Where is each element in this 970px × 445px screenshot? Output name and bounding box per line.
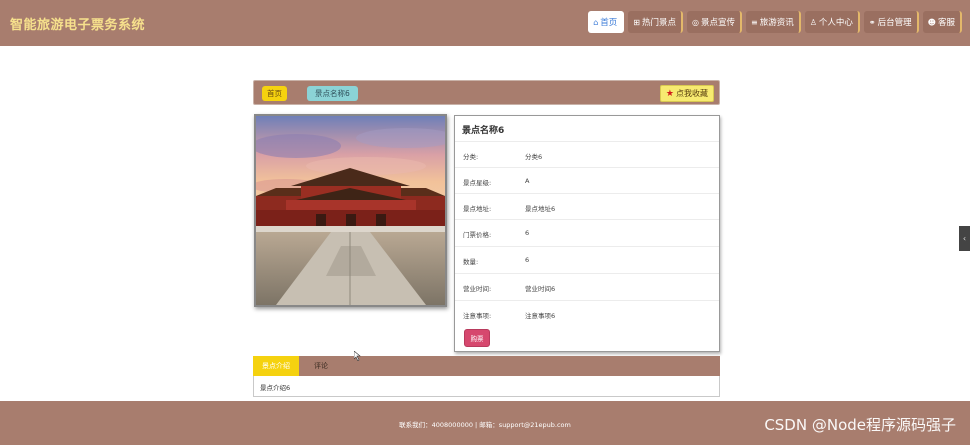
chevron-left-icon: ‹ [962, 234, 967, 243]
tab-content: 景点介绍6 [253, 376, 720, 397]
detail-row-address: 景点地址: 景点地址6 [455, 193, 719, 220]
detail-value: 注意事项6 [525, 312, 556, 320]
link-icon: ⚭ [868, 17, 876, 27]
nav-home[interactable]: ⌂ 首页 [588, 11, 625, 33]
nav-label: 后台管理 [877, 18, 912, 28]
detail-row-star: 景点星级: A [455, 167, 719, 194]
detail-row-quantity: 数量: 6 [455, 246, 719, 273]
breadcrumb-home[interactable]: 首页 [262, 86, 287, 101]
detail-label: 数量: [463, 258, 479, 266]
site-brand[interactable]: 智能旅游电子票务系统 [10, 14, 145, 33]
detail-label: 景点星级: [463, 179, 492, 187]
detail-row-notes: 注意事项: 注意事项6 [455, 300, 719, 327]
grid-icon: ⊞ [633, 17, 640, 27]
main-nav: ⌂ 首页 ⊞ 热门景点 ◎ 景点宣传 ≡ 旅游资讯 ♙ 个人中心 ⚭ 后台管理 … [588, 11, 962, 33]
nav-hot-spots[interactable]: ⊞ 热门景点 [628, 11, 684, 33]
attraction-title: 景点名称6 [462, 126, 505, 136]
detail-value: 景点地址6 [525, 205, 556, 213]
detail-value: 6 [525, 229, 530, 237]
home-icon: ⌂ [593, 17, 599, 27]
nav-admin[interactable]: ⚭ 后台管理 [863, 11, 919, 33]
nav-label: 首页 [600, 18, 618, 28]
support-icon: ☻ [927, 17, 936, 27]
mouse-pointer-icon [354, 351, 361, 361]
user-icon: ♙ [809, 17, 817, 27]
detail-value: 6 [525, 256, 530, 264]
buy-ticket-button[interactable]: 购票 [464, 329, 490, 347]
nav-travel-news[interactable]: ≡ 旅游资讯 [746, 11, 801, 33]
favorite-button[interactable]: ★ 点我收藏 [659, 85, 714, 102]
star-icon: ★ [665, 88, 674, 99]
nav-label: 景点宣传 [701, 18, 736, 28]
side-toggle-button[interactable]: ‹ [959, 226, 970, 251]
detail-label: 分类: [463, 153, 479, 161]
detail-value: 营业时间6 [525, 285, 556, 293]
tab-introduction[interactable]: 景点介绍 [253, 356, 299, 376]
detail-label: 景点地址: [463, 205, 492, 213]
nav-label: 热门景点 [642, 18, 677, 28]
list-icon: ≡ [751, 17, 758, 27]
nav-label: 客服 [937, 18, 955, 28]
nav-label: 个人中心 [818, 18, 853, 28]
csdn-watermark: CSDN @Node程序源码强子 [764, 416, 956, 434]
detail-value: 分类6 [525, 153, 543, 161]
eye-icon: ◎ [692, 17, 699, 27]
top-header: 智能旅游电子票务系统 ⌂ 首页 ⊞ 热门景点 ◎ 景点宣传 ≡ 旅游资讯 ♙ 个… [0, 0, 970, 46]
favorite-label: 点我收藏 [676, 89, 708, 98]
detail-label: 注意事项: [463, 312, 492, 320]
introduction-text: 景点介绍6 [260, 384, 291, 392]
detail-label: 营业时间: [463, 285, 492, 293]
attraction-detail-card: 景点名称6 分类: 分类6 景点星级: A 景点地址: 景点地址6 门票价格: … [454, 115, 720, 352]
detail-row-category: 分类: 分类6 [455, 141, 719, 168]
detail-row-price: 门票价格: 6 [455, 219, 719, 246]
palace-image [256, 116, 445, 305]
detail-label: 门票价格: [463, 231, 492, 239]
detail-value: A [525, 177, 530, 185]
nav-label: 旅游资讯 [759, 18, 794, 28]
detail-tabs: 景点介绍 评论 [253, 356, 720, 376]
page-footer: 联系我们：4008000000 | 邮箱：support@21epub.com … [0, 401, 970, 445]
attraction-photo [254, 114, 447, 307]
nav-support[interactable]: ☻ 客服 [922, 11, 962, 33]
tab-comments[interactable]: 评论 [303, 356, 339, 376]
nav-promotion[interactable]: ◎ 景点宣传 [687, 11, 743, 33]
breadcrumb-current: 景点名称6 [307, 86, 358, 101]
detail-row-hours: 营业时间: 营业时间6 [455, 273, 719, 300]
breadcrumb: 首页 景点名称6 ★ 点我收藏 [253, 80, 720, 105]
nav-personal-center[interactable]: ♙ 个人中心 [804, 11, 860, 33]
